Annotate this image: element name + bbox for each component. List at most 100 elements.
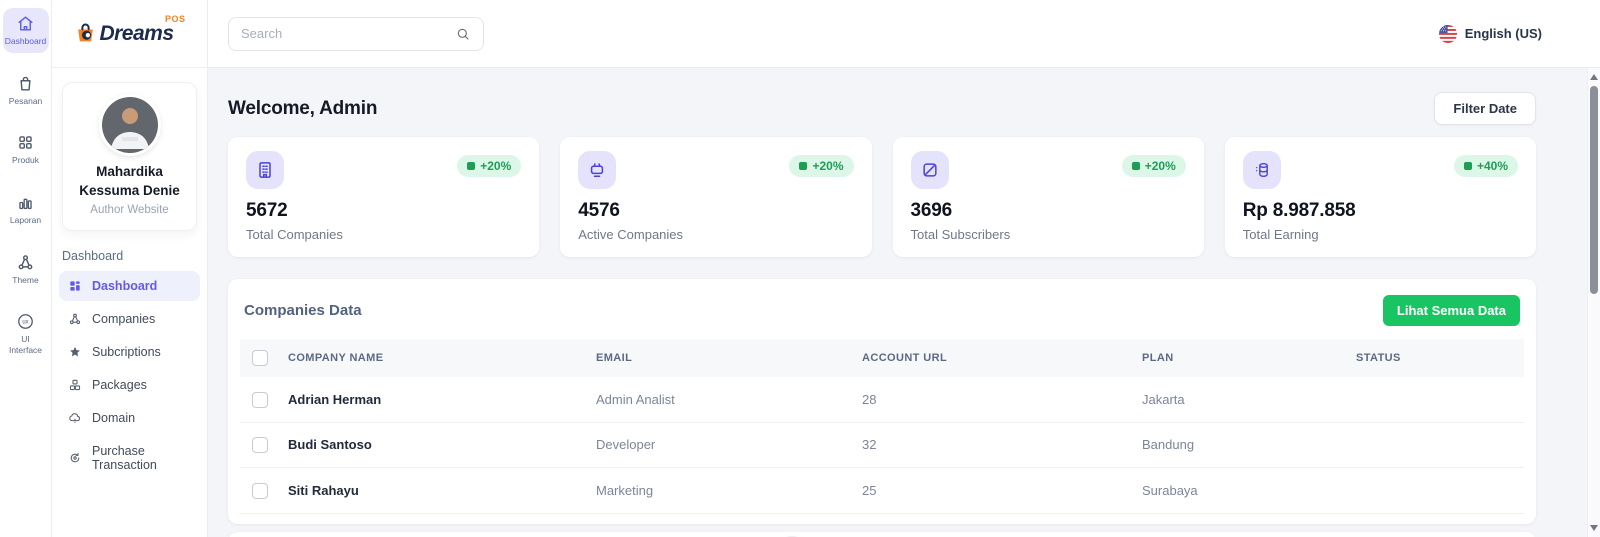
scrollbar-up-arrow[interactable] (1590, 74, 1598, 80)
star-icon (68, 345, 82, 359)
growth-badge: +40% (1453, 155, 1518, 177)
table-row: Siti Rahayu Marketing 25 Surabaya (240, 467, 1524, 514)
brand-logo[interactable]: Dreams POS (73, 14, 185, 46)
logo-area: Dreams POS (52, 0, 207, 68)
bar-chart-icon (16, 193, 35, 212)
grid-dots-icon (16, 133, 35, 152)
stat-card-active-companies: +20% 4576 Active Companies (560, 137, 872, 257)
table-row: Adrian Herman Admin Analist 28 Jakarta (240, 377, 1524, 423)
sidebar-item-purchase-transaction[interactable]: Purchase Transaction (59, 436, 200, 480)
sidebar: Dreams POS Mahardika Kessuma Denie Autho… (52, 0, 208, 537)
profile-role: Author Website (90, 203, 169, 216)
growth-badge: +20% (457, 155, 522, 177)
badge-square-icon (1131, 162, 1140, 170)
sidebar-item-label: Purchase Transaction (92, 443, 157, 472)
badge-value: +20% (1144, 159, 1176, 173)
sidebar-item-domain[interactable]: Domain (59, 403, 200, 433)
brand-suffix: POS (165, 14, 186, 24)
stats-row: +20% 5672 Total Companies +20% 4576 Acti… (228, 137, 1536, 257)
companies-data-card: Companies Data Lihat Semua Data COMPANY … (228, 279, 1536, 524)
vertical-scrollbar (1587, 68, 1600, 537)
rail-item-label: Pesanan (8, 95, 43, 106)
cell-plan: Bandung (1134, 422, 1348, 469)
search-box (228, 16, 484, 51)
badge-value: +20% (812, 159, 844, 173)
share-nodes-icon (68, 312, 82, 326)
badge-value: +40% (1476, 159, 1508, 173)
cell-account-url: 32 (854, 422, 1134, 469)
shopping-bag-icon (16, 74, 35, 93)
stat-card-top: +20% (910, 151, 1186, 189)
page-title: Welcome, Admin (228, 97, 378, 119)
rail-item-pesanan[interactable]: Pesanan (3, 68, 49, 113)
column-header-email: EMAIL (596, 352, 633, 364)
topbar: English (US) (208, 0, 1600, 68)
shopping-bag-logo-icon (73, 21, 98, 46)
row-checkbox[interactable] (252, 391, 268, 408)
rail-item-theme[interactable]: Theme (3, 247, 49, 292)
scrollbar-down-arrow[interactable] (1590, 525, 1598, 531)
filter-date-button[interactable]: Filter Date (1434, 92, 1536, 125)
stat-card-top: +20% (578, 151, 854, 189)
search-icon (455, 26, 471, 42)
table-row: Budi Santoso Developer 32 Bandung (240, 422, 1524, 469)
cell-email: Developer (588, 422, 854, 469)
sidebar-menu: Dashboard Companies Subcriptions Package… (52, 270, 207, 480)
stat-card-total-earning: +40% Rp 8.987.858 Total Earning (1224, 137, 1536, 257)
sidebar-item-dashboard[interactable]: Dashboard (59, 270, 200, 301)
profile-card: Mahardika Kessuma Denie Author Website (62, 82, 197, 231)
stat-value: 4576 (578, 200, 620, 221)
table-header-row: COMPANY NAME EMAIL ACCOUNT URL PLAN STAT… (240, 339, 1524, 377)
cell-account-url: 28 (854, 377, 1134, 423)
badge-value: +20% (480, 159, 512, 173)
column-header-company-name: COMPANY NAME (288, 352, 384, 364)
brand-name: Dreams (99, 22, 174, 45)
cell-company-name: Siti Rahayu (280, 467, 588, 514)
stat-card-total-companies: +20% 5672 Total Companies (228, 137, 540, 257)
sidebar-item-companies[interactable]: Companies (59, 304, 200, 334)
profile-name: Mahardika Kessuma Denie (79, 164, 180, 198)
sidebar-item-packages[interactable]: Packages (59, 370, 200, 400)
select-all-checkbox[interactable] (252, 350, 268, 366)
cell-status (1348, 467, 1524, 514)
stat-label: Total Companies (246, 227, 343, 242)
stat-value: 3696 (910, 200, 953, 221)
rail-item-label: Produk (12, 155, 39, 166)
growth-badge: +20% (1121, 155, 1186, 177)
cursor-slash-icon (910, 151, 949, 189)
stat-label: Active Companies (578, 227, 684, 242)
cloud-icon (68, 411, 82, 425)
rail-item-produk[interactable]: Produk (3, 127, 49, 172)
search-input[interactable] (241, 26, 447, 41)
companies-card-title: Companies Data (244, 302, 362, 319)
sidebar-item-label: Domain (92, 410, 136, 425)
scrollbar-thumb[interactable] (1590, 86, 1598, 294)
rail-item-ui-interface[interactable]: ux UI Interface (3, 306, 49, 361)
dashboard-grid-icon (68, 279, 82, 293)
cubes-icon (68, 378, 82, 392)
refresh-icon (68, 451, 82, 465)
language-selector[interactable]: English (US) (1438, 24, 1542, 43)
rail-item-dashboard[interactable]: Dashboard (2, 8, 49, 53)
language-label: English (US) (1464, 26, 1542, 41)
view-all-data-button[interactable]: Lihat Semua Data (1382, 295, 1520, 326)
stat-label: Total Earning (1242, 227, 1319, 242)
cell-plan: Surabaya (1134, 467, 1348, 514)
row-checkbox[interactable] (252, 482, 268, 499)
main-content: Welcome, Admin Filter Date +20% 5672 Tot… (208, 68, 1600, 537)
column-header-status: STATUS (1356, 352, 1401, 364)
cell-status (1348, 422, 1524, 469)
cell-company-name: Adrian Herman (280, 377, 588, 423)
sidebar-item-subcriptions[interactable]: Subcriptions (59, 337, 200, 367)
cell-email: Marketing (588, 467, 854, 514)
rail-item-laporan[interactable]: Laporan (3, 187, 49, 232)
companies-card-header: Companies Data Lihat Semua Data (240, 295, 1524, 326)
sidebar-item-label: Packages (92, 377, 147, 392)
row-checkbox[interactable] (252, 437, 268, 454)
content-column: English (US) Welcome, Admin Filter Date … (208, 0, 1600, 537)
sidebar-item-label: Dashboard (92, 278, 158, 293)
column-header-account-url: ACCOUNT URL (862, 352, 948, 364)
sidebar-section-label: Dashboard (62, 248, 124, 263)
stat-card-top: +20% (246, 151, 522, 189)
stat-card-total-subscribers: +20% 3696 Total Subscribers (892, 137, 1204, 257)
